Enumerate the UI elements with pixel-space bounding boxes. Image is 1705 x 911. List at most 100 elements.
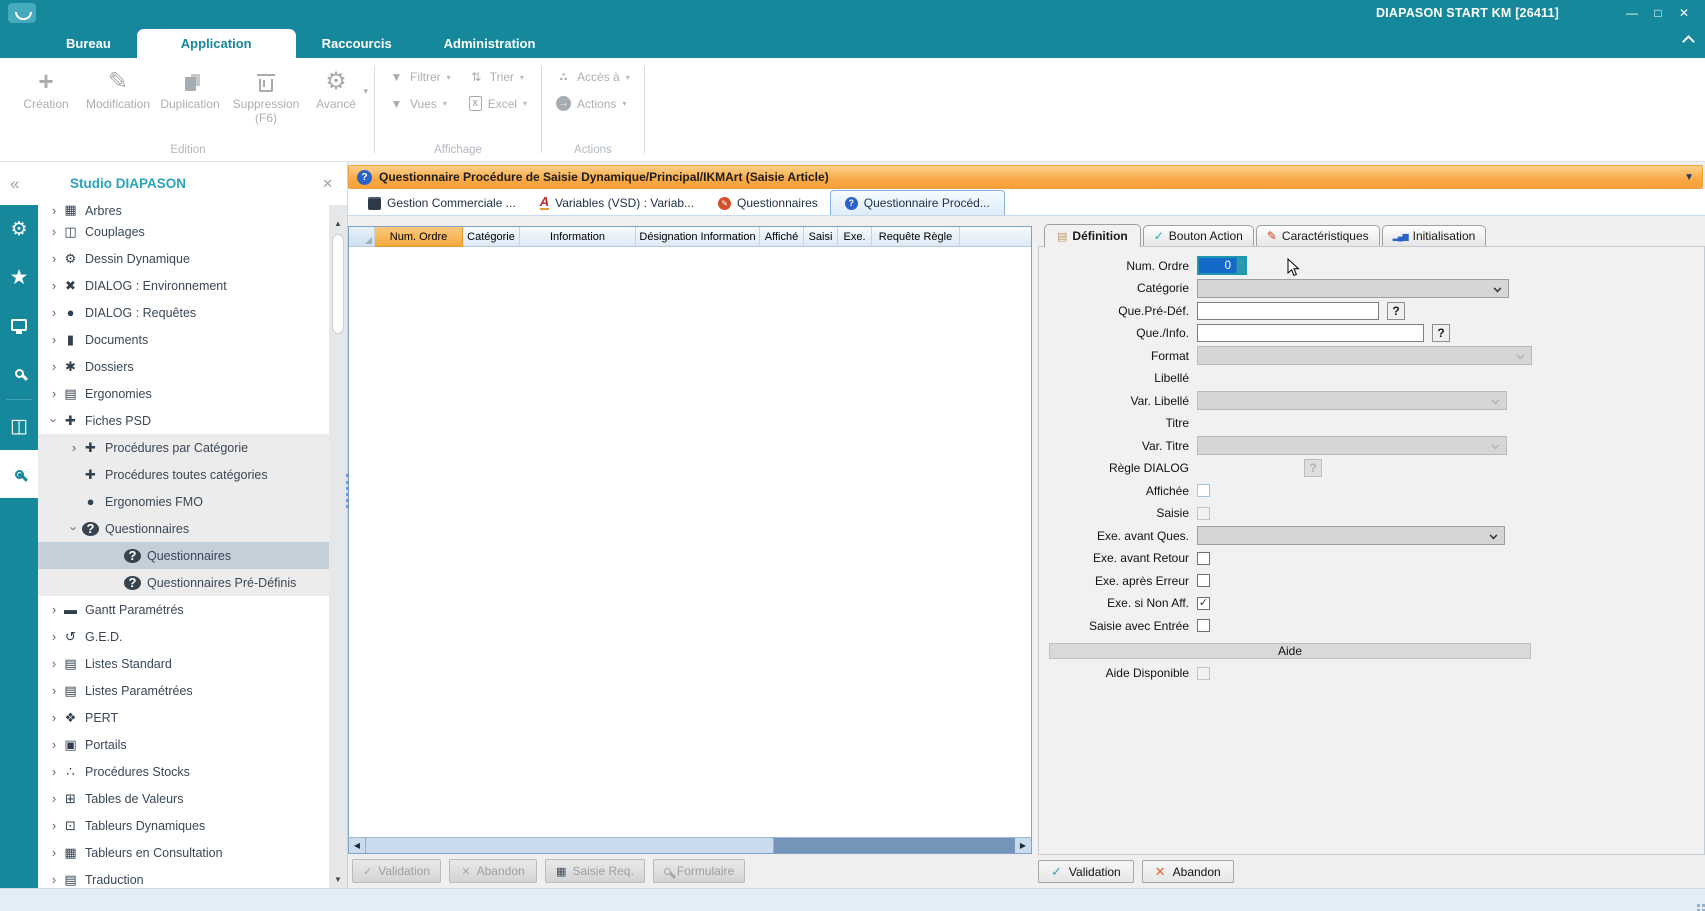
que-info-input[interactable] xyxy=(1197,324,1424,342)
tree-item[interactable]: › ⊡ Tableurs Dynamiques xyxy=(38,812,329,839)
tree-item[interactable]: ? Questionnaires xyxy=(38,542,329,569)
chevron-right-icon[interactable]: › xyxy=(46,710,62,725)
chevron-right-icon[interactable]: › xyxy=(46,872,62,887)
filtrer-button[interactable]: ▼ Filtrer ▾ xyxy=(389,70,451,84)
ribbon-collapse-chevron-icon[interactable] xyxy=(1684,34,1693,43)
chevron-right-icon[interactable]: › xyxy=(46,278,62,293)
que-info-help-button[interactable]: ? xyxy=(1432,324,1450,342)
tab-definition[interactable]: ▤ Définition xyxy=(1044,224,1141,247)
saisie-avec-entree-checkbox[interactable] xyxy=(1197,619,1210,632)
tab-bouton-action[interactable]: ✓ Bouton Action xyxy=(1143,225,1254,246)
menu-tab-application[interactable]: Application xyxy=(137,29,296,58)
scroll-right-icon[interactable]: ▶ xyxy=(1015,838,1031,853)
doc-tab-questionnaire-procedure[interactable]: ? Questionnaire Procéd... xyxy=(830,190,1005,215)
tree-item[interactable]: ? Questionnaires Pré-Définis xyxy=(38,569,329,596)
validation-button-disabled[interactable]: ✓ Validation xyxy=(352,859,441,883)
tree-item[interactable]: › ∴ Procédures Stocks xyxy=(38,758,329,785)
horizontal-scrollbar-thumb[interactable] xyxy=(365,838,774,853)
modification-button[interactable]: ✎ Modification xyxy=(82,62,154,112)
menu-tab-bureau[interactable]: Bureau xyxy=(40,29,137,58)
columns-icon[interactable]: ◫ xyxy=(0,402,38,450)
doc-tab-variables[interactable]: A Variables (VSD) : Variab... xyxy=(528,190,706,215)
table-column-header[interactable]: Désignation Information xyxy=(636,227,760,247)
exe-avant-retour-checkbox[interactable] xyxy=(1197,552,1210,565)
maximize-button[interactable]: □ xyxy=(1645,6,1671,20)
trier-button[interactable]: ⇅ Trier ▾ xyxy=(469,70,527,84)
que-pre-def-input[interactable] xyxy=(1197,302,1379,320)
tree-item[interactable]: › ✖ DIALOG : Environnement xyxy=(38,272,329,299)
search-icon[interactable] xyxy=(0,349,38,397)
table-column-header[interactable]: Affiché xyxy=(760,227,804,247)
chevron-right-icon[interactable]: › xyxy=(46,359,62,374)
favorites-star-icon[interactable]: ★ xyxy=(0,253,38,301)
table-column-header[interactable]: Catégorie xyxy=(463,227,520,247)
filtrer-dropdown-icon[interactable]: ▾ xyxy=(447,73,451,82)
creation-button[interactable]: + Création xyxy=(10,62,82,112)
abandon-button-disabled[interactable]: ✕ Abandon xyxy=(449,859,537,883)
actions-dropdown-icon[interactable]: ▾ xyxy=(622,99,626,108)
modules-gear-icon[interactable]: ⚙ xyxy=(0,205,38,253)
suppression-button[interactable]: Suppression (F6) xyxy=(226,62,306,126)
monitor-icon[interactable] xyxy=(0,301,38,349)
minimize-button[interactable]: — xyxy=(1619,6,1645,20)
context-dropdown-icon[interactable]: ▼ xyxy=(1684,172,1694,183)
excel-button[interactable]: X Excel ▾ xyxy=(469,96,527,111)
acces-a-button[interactable]: ∴ Accès à ▾ xyxy=(556,70,630,84)
chevron-right-icon[interactable]: › xyxy=(46,791,62,806)
tree-item[interactable]: › ▤ Traduction xyxy=(38,866,329,888)
doc-tab-gestion-commerciale[interactable]: Gestion Commerciale ... xyxy=(356,191,528,215)
tree-item[interactable]: › ↺ G.E.D. xyxy=(38,623,329,650)
tree-item[interactable]: › ▬ Gantt Paramétrés xyxy=(38,596,329,623)
chevron-right-icon[interactable]: › xyxy=(46,602,62,617)
tree-item[interactable]: ✚ Procédures toutes catégories xyxy=(38,461,329,488)
avance-button[interactable]: ⚙ Avancé ▾ xyxy=(306,62,366,112)
tree-item[interactable]: › ⚙ Dessin Dynamique xyxy=(38,245,329,272)
chevron-down-icon[interactable]: › xyxy=(47,413,62,429)
chevron-right-icon[interactable]: › xyxy=(46,224,62,239)
tree-item[interactable]: › ✚ Fiches PSD xyxy=(38,407,329,434)
exe-si-non-aff-checkbox-checked[interactable]: ✓ xyxy=(1197,597,1210,610)
menu-tab-raccourcis[interactable]: Raccourcis xyxy=(296,29,418,58)
acces-a-dropdown-icon[interactable]: ▾ xyxy=(626,73,630,82)
tree-item[interactable]: ● Ergonomies FMO xyxy=(38,488,329,515)
table-column-header[interactable]: Saisi xyxy=(804,227,838,247)
table-column-header[interactable]: Exe. xyxy=(838,227,872,247)
panel-validation-button[interactable]: ✓ Validation xyxy=(1038,860,1134,883)
tree-item[interactable]: › ? Questionnaires xyxy=(38,515,329,542)
chevron-right-icon[interactable]: › xyxy=(46,764,62,779)
table-column-header[interactable]: Num. Ordre xyxy=(375,227,463,247)
tree-item[interactable]: › ❖ PERT xyxy=(38,704,329,731)
affichee-checkbox[interactable] xyxy=(1197,484,1210,497)
duplication-button[interactable]: Duplication xyxy=(154,62,226,112)
explorer-search-icon[interactable] xyxy=(0,450,38,498)
tree-item[interactable]: › ◫ Couplages xyxy=(38,218,329,245)
panel-abandon-button[interactable]: ✕ Abandon xyxy=(1142,860,1234,883)
num-ordre-input[interactable]: 0 xyxy=(1197,256,1247,275)
chevron-right-icon[interactable]: › xyxy=(46,305,62,320)
categorie-select[interactable] xyxy=(1197,279,1509,298)
doc-tab-questionnaires[interactable]: ✎ Questionnaires xyxy=(706,191,830,215)
tree-item[interactable]: › ▣ Portails xyxy=(38,731,329,758)
tree-item[interactable]: › ✚ Procédures par Catégorie xyxy=(38,434,329,461)
tree-scrollbar[interactable]: ▲ ▼ xyxy=(329,205,347,888)
menu-tab-administration[interactable]: Administration xyxy=(418,29,562,58)
exe-apres-erreur-checkbox[interactable] xyxy=(1197,574,1210,587)
tree-item[interactable]: › ▮ Documents xyxy=(38,326,329,353)
vues-dropdown-icon[interactable]: ▾ xyxy=(443,99,447,108)
tree-item[interactable]: › ▦ Arbres xyxy=(38,205,329,218)
tab-caracteristiques[interactable]: ✎ Caractéristiques xyxy=(1256,225,1380,246)
formulaire-button-disabled[interactable]: Formulaire xyxy=(653,859,745,883)
chevron-right-icon[interactable]: › xyxy=(46,386,62,401)
chevron-right-icon[interactable]: › xyxy=(46,845,62,860)
scroll-up-icon[interactable]: ▲ xyxy=(334,219,342,228)
chevron-down-icon[interactable]: › xyxy=(67,521,82,537)
avance-dropdown-icon[interactable]: ▾ xyxy=(363,86,368,96)
tree-item[interactable]: › ▦ Tableurs en Consultation xyxy=(38,839,329,866)
chevron-right-icon[interactable]: › xyxy=(46,629,62,644)
trier-dropdown-icon[interactable]: ▾ xyxy=(520,73,524,82)
table-column-header[interactable]: Requête Règle xyxy=(872,227,960,247)
que-pre-def-help-button[interactable]: ? xyxy=(1387,302,1405,320)
scroll-down-icon[interactable]: ▼ xyxy=(334,875,342,884)
chevron-right-icon[interactable]: › xyxy=(46,205,62,218)
tree-item[interactable]: › ▤ Listes Standard xyxy=(38,650,329,677)
